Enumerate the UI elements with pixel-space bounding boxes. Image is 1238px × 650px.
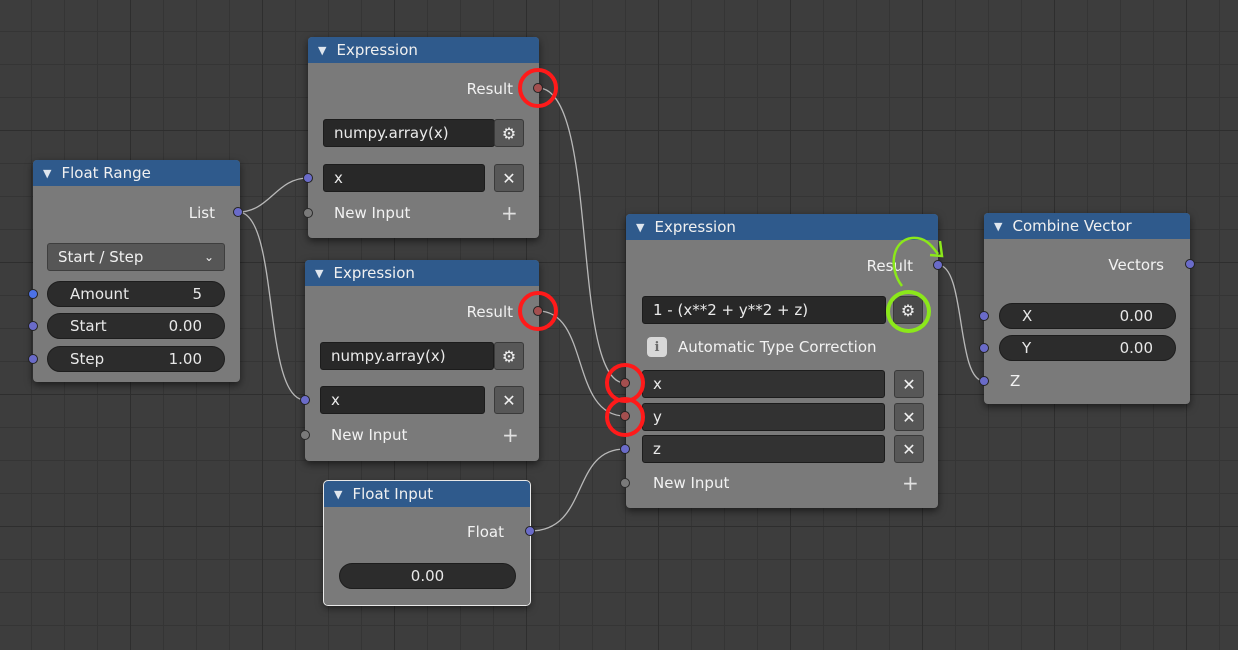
highlight-arrow	[892, 236, 944, 287]
green-arrow-head	[929, 240, 944, 258]
green-arrow-stroke	[892, 236, 940, 287]
